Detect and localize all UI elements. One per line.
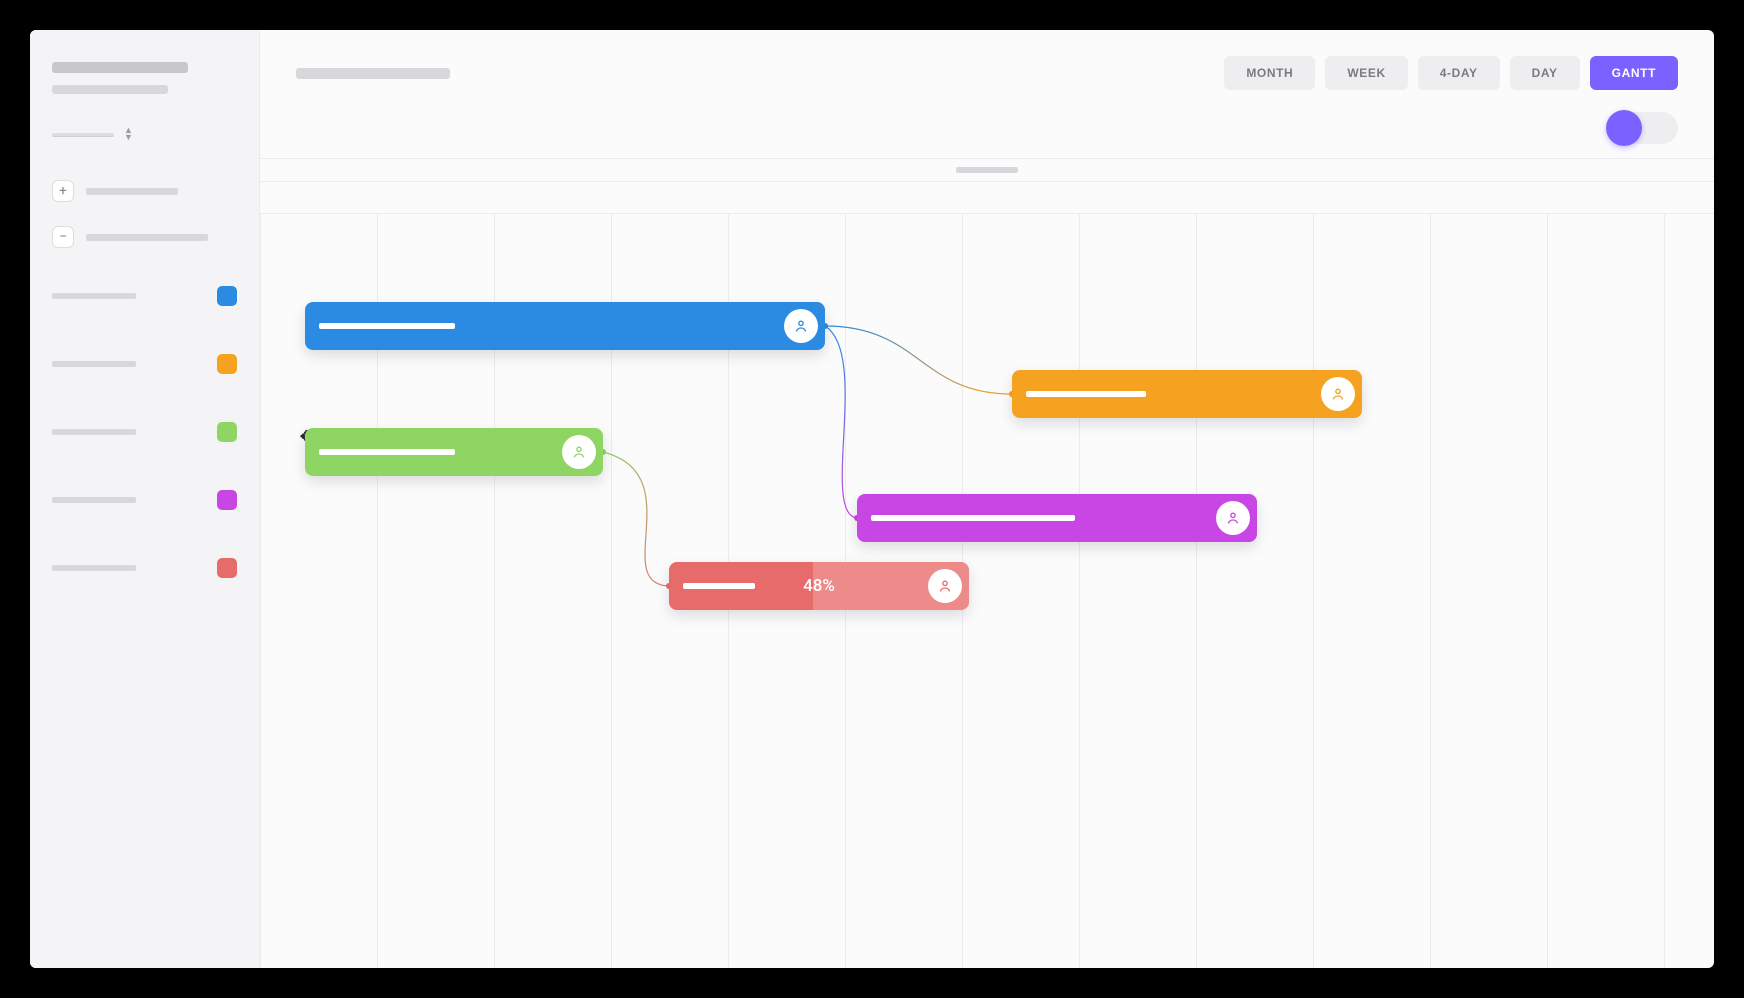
color-swatch-orange: [217, 354, 237, 374]
timeline-header: [260, 158, 1714, 182]
view-switcher: MONTH WEEK 4-DAY DAY GANTT: [1224, 56, 1678, 90]
sidebar-selector[interactable]: ▲▼: [52, 128, 237, 142]
color-swatch-red: [217, 558, 237, 578]
gantt-bar-blue[interactable]: [305, 302, 825, 350]
sidebar-task-blue[interactable]: [52, 286, 237, 306]
tab-week[interactable]: WEEK: [1325, 56, 1407, 90]
sidebar-title: [52, 62, 188, 73]
assignee-avatar[interactable]: [784, 309, 818, 343]
progress-label: 48%: [803, 576, 835, 596]
person-icon: [937, 578, 953, 594]
main-panel: MONTH WEEK 4-DAY DAY GANTT: [260, 30, 1714, 968]
person-icon: [1225, 510, 1241, 526]
assignee-avatar[interactable]: [1321, 377, 1355, 411]
color-swatch-blue: [217, 286, 237, 306]
assignee-avatar[interactable]: [562, 435, 596, 469]
sidebar-task-red[interactable]: [52, 558, 237, 578]
expand-icon[interactable]: +: [52, 180, 74, 202]
sidebar-group-1[interactable]: +: [52, 180, 237, 202]
person-icon: [571, 444, 587, 460]
sort-icon: ▲▼: [124, 128, 133, 142]
tab-day[interactable]: DAY: [1510, 56, 1580, 90]
sidebar: ▲▼ + −: [30, 30, 260, 968]
timeline-subheader: [260, 182, 1714, 214]
sidebar-task-purple[interactable]: [52, 490, 237, 510]
sidebar-task-orange[interactable]: [52, 354, 237, 374]
topbar: MONTH WEEK 4-DAY DAY GANTT: [260, 30, 1714, 108]
tab-month[interactable]: MONTH: [1224, 56, 1315, 90]
toggle-knob: [1606, 110, 1642, 146]
app-window: ▲▼ + −: [30, 30, 1714, 968]
person-icon: [793, 318, 809, 334]
gantt-grid[interactable]: ✥ 48%: [260, 214, 1714, 968]
assignee-avatar[interactable]: [928, 569, 962, 603]
sidebar-task-green[interactable]: [52, 422, 237, 442]
sidebar-group-2[interactable]: −: [52, 226, 237, 248]
sidebar-subtitle: [52, 85, 168, 94]
toggle-row: [260, 108, 1714, 158]
color-swatch-green: [217, 422, 237, 442]
gantt-bar-purple[interactable]: [857, 494, 1257, 542]
collapse-icon[interactable]: −: [52, 226, 74, 248]
tab-4day[interactable]: 4-DAY: [1418, 56, 1500, 90]
gantt-bar-orange[interactable]: [1012, 370, 1362, 418]
gantt-bar-green[interactable]: [305, 428, 603, 476]
person-icon: [1330, 386, 1346, 402]
view-toggle[interactable]: [1608, 112, 1678, 144]
color-swatch-purple: [217, 490, 237, 510]
tab-gantt[interactable]: GANTT: [1590, 56, 1678, 90]
page-title: [296, 68, 450, 79]
assignee-avatar[interactable]: [1216, 501, 1250, 535]
gantt-bar-red[interactable]: 48%: [669, 562, 969, 610]
